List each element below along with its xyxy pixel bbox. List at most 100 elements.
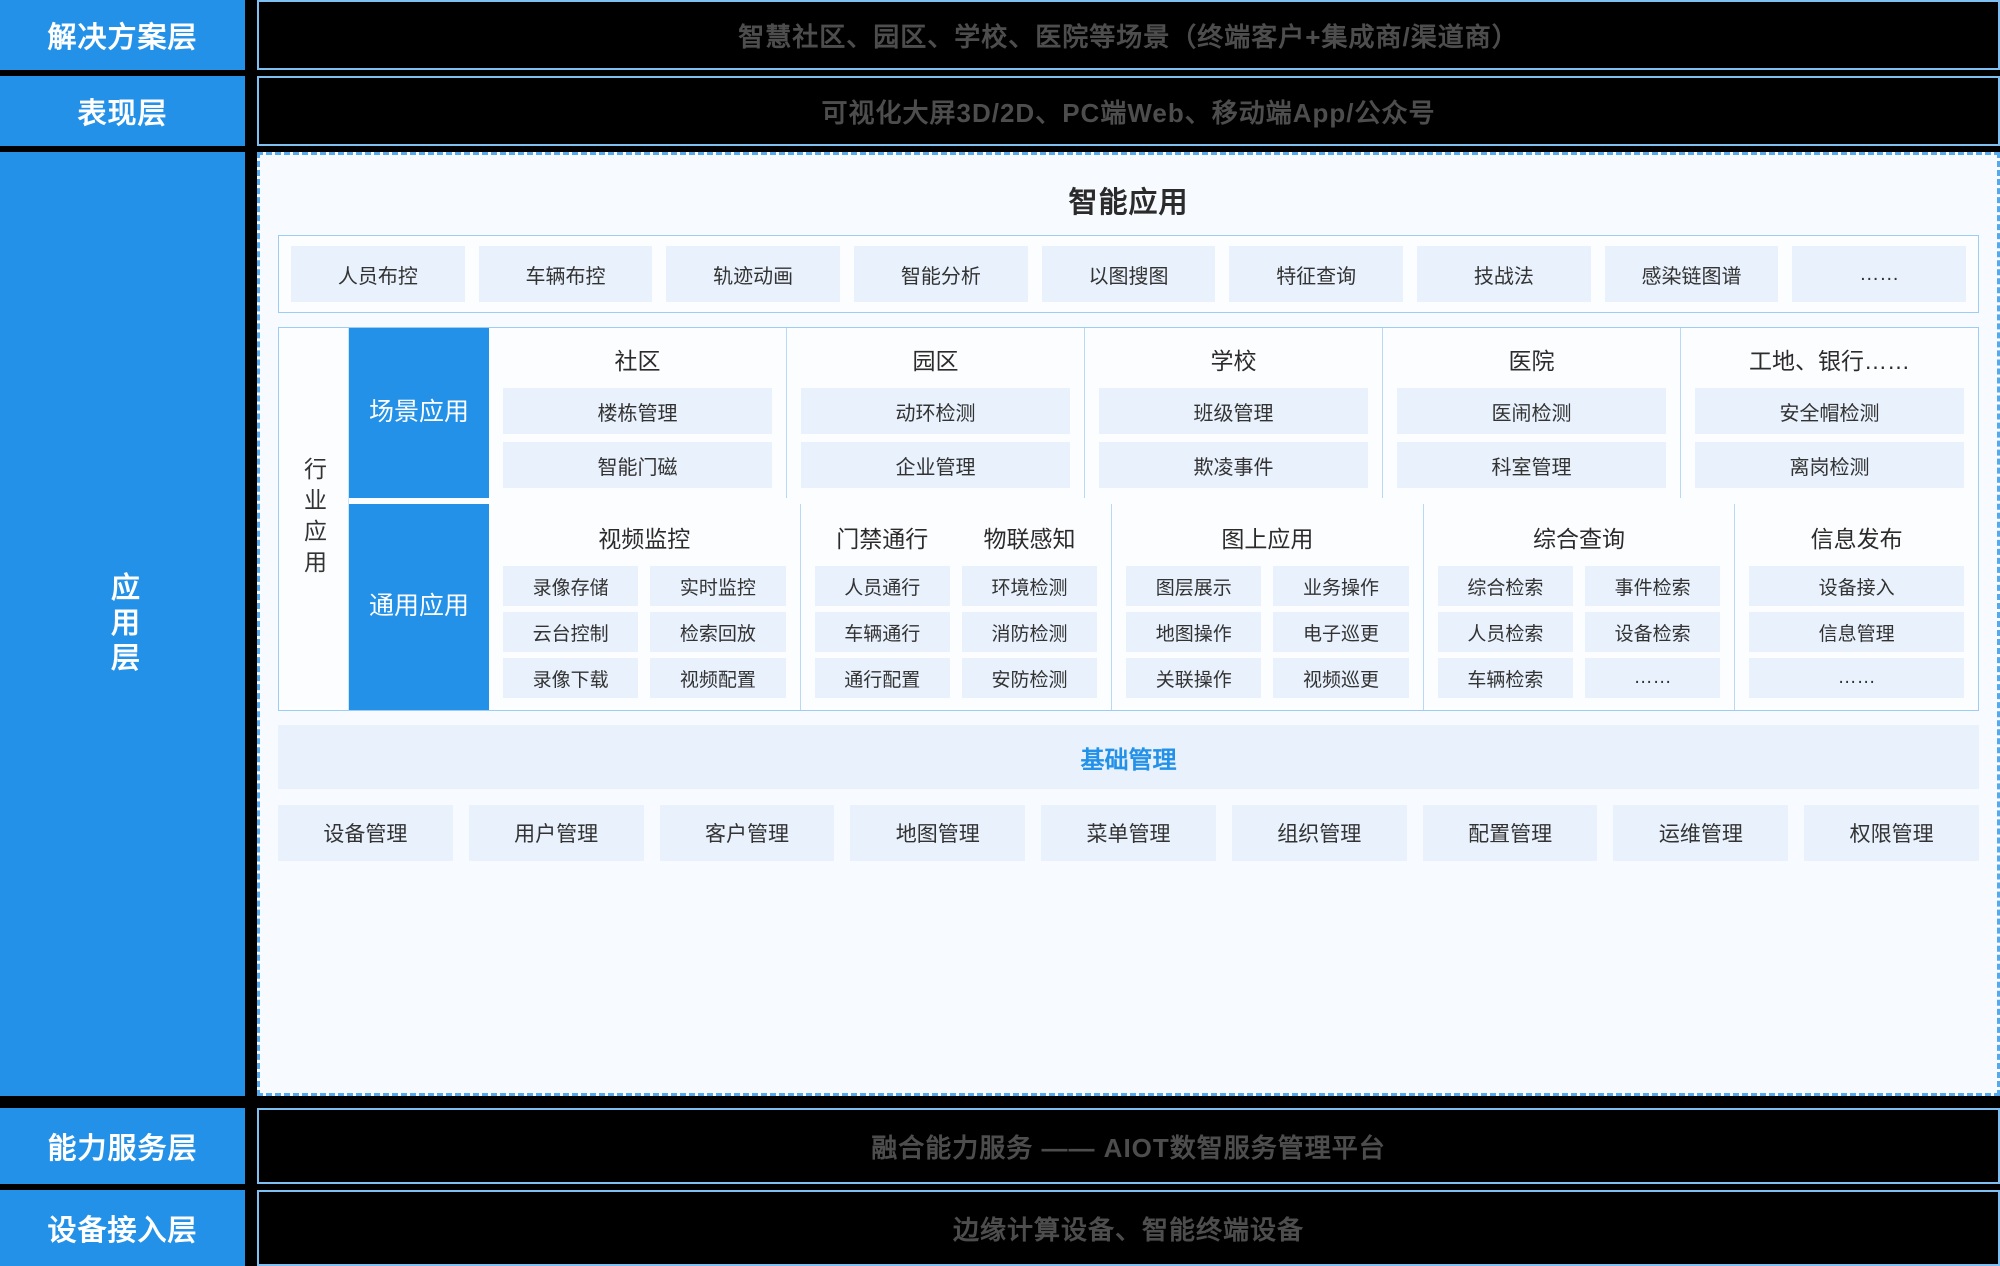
scene-cell[interactable]: 医闹检测	[1397, 388, 1666, 434]
general-cell[interactable]: 录像下载	[503, 658, 638, 698]
smart-application-chip[interactable]: 感染链图谱	[1605, 246, 1779, 302]
industry-rows: 场景应用 社区楼栋管理智能门磁园区动环检测企业管理学校班级管理欺凌事件医院医闹检…	[349, 328, 1978, 710]
general-cell-column: 实时监控检索回放视频配置	[650, 566, 785, 698]
general-cell-grid: 综合检索人员检索车辆检索事件检索设备检索……	[1438, 566, 1721, 698]
industry-application-block: 行业应用 场景应用 社区楼栋管理智能门磁园区动环检测企业管理学校班级管理欺凌事件…	[278, 327, 1979, 711]
scene-column: 学校班级管理欺凌事件	[1084, 328, 1382, 498]
general-column-head-row: 门禁通行物联感知	[815, 514, 1098, 566]
base-management-chip[interactable]: 运维管理	[1613, 805, 1788, 861]
layer-body-presentation: 可视化大屏3D/2D、PC端Web、移动端App/公众号	[257, 76, 2000, 146]
general-column: 视频监控录像存储云台控制录像下载实时监控检索回放视频配置	[489, 504, 800, 710]
general-cell[interactable]: 车辆检索	[1438, 658, 1573, 698]
base-management-chip[interactable]: 菜单管理	[1041, 805, 1216, 861]
general-cell[interactable]: ……	[1585, 658, 1720, 698]
general-cell[interactable]: 信息管理	[1749, 612, 1964, 652]
general-cell[interactable]: 图层展示	[1126, 566, 1261, 606]
general-cell-grid: 录像存储云台控制录像下载实时监控检索回放视频配置	[503, 566, 786, 698]
scene-cell[interactable]: 班级管理	[1099, 388, 1368, 434]
scene-cell-grid: 班级管理欺凌事件	[1099, 388, 1368, 488]
general-cell[interactable]: 视频配置	[650, 658, 785, 698]
general-cell[interactable]: 地图操作	[1126, 612, 1261, 652]
base-management-chip[interactable]: 权限管理	[1804, 805, 1979, 861]
scene-cell-grid: 动环检测企业管理	[801, 388, 1070, 488]
base-management-chip[interactable]: 配置管理	[1423, 805, 1598, 861]
smart-application-chip[interactable]: 以图搜图	[1042, 246, 1216, 302]
scene-cell[interactable]: 楼栋管理	[503, 388, 772, 434]
layer-body-device: 边缘计算设备、智能终端设备	[257, 1190, 2000, 1266]
scene-cell-column: 班级管理欺凌事件	[1099, 388, 1368, 488]
smart-application-chip[interactable]: 技战法	[1417, 246, 1591, 302]
general-cell[interactable]: 电子巡更	[1273, 612, 1408, 652]
general-cell[interactable]: 事件检索	[1585, 566, 1720, 606]
general-column-title: 综合查询	[1438, 514, 1721, 566]
scene-column: 工地、银行……安全帽检测离岗检测	[1680, 328, 1978, 498]
base-management-chip[interactable]: 地图管理	[850, 805, 1025, 861]
general-column-head-row: 综合查询	[1438, 514, 1721, 566]
scene-cell[interactable]: 企业管理	[801, 442, 1070, 488]
scene-column-head-row: 工地、银行……	[1695, 336, 1964, 388]
general-application-tag: 通用应用	[349, 504, 489, 710]
general-cell-column: 人员通行车辆通行通行配置	[815, 566, 950, 698]
base-management-chip[interactable]: 客户管理	[660, 805, 835, 861]
smart-application-chip[interactable]: ……	[1792, 246, 1966, 302]
general-cell-column: 综合检索人员检索车辆检索	[1438, 566, 1573, 698]
general-cell[interactable]: 综合检索	[1438, 566, 1573, 606]
general-cell[interactable]: 视频巡更	[1273, 658, 1408, 698]
base-management-chip[interactable]: 组织管理	[1232, 805, 1407, 861]
scene-application-columns: 社区楼栋管理智能门磁园区动环检测企业管理学校班级管理欺凌事件医院医闹检测科室管理…	[489, 328, 1978, 498]
general-cell[interactable]: 安防检测	[962, 658, 1097, 698]
scene-cell[interactable]: 欺凌事件	[1099, 442, 1368, 488]
base-management-chip[interactable]: 用户管理	[469, 805, 644, 861]
general-cell[interactable]: 通行配置	[815, 658, 950, 698]
scene-cell[interactable]: 动环检测	[801, 388, 1070, 434]
scene-application-row: 场景应用 社区楼栋管理智能门磁园区动环检测企业管理学校班级管理欺凌事件医院医闹检…	[349, 328, 1978, 498]
general-cell[interactable]: 录像存储	[503, 566, 638, 606]
general-cell[interactable]: 业务操作	[1273, 566, 1408, 606]
general-column-head-row: 图上应用	[1126, 514, 1409, 566]
layer-row-solution: 解决方案层 智慧社区、园区、学校、医院等场景（终端客户+集成商/渠道商）	[0, 0, 2000, 70]
general-cell-grid: 人员通行车辆通行通行配置环境检测消防检测安防检测	[815, 566, 1098, 698]
base-management-chip[interactable]: 设备管理	[278, 805, 453, 861]
general-cell[interactable]: 云台控制	[503, 612, 638, 652]
general-cell[interactable]: 人员检索	[1438, 612, 1573, 652]
smart-application-chip[interactable]: 轨迹动画	[666, 246, 840, 302]
general-cell[interactable]: 人员通行	[815, 566, 950, 606]
scene-cell[interactable]: 离岗检测	[1695, 442, 1964, 488]
scene-cell-column: 动环检测企业管理	[801, 388, 1070, 488]
general-cell[interactable]: 关联操作	[1126, 658, 1261, 698]
layer-body-capability: 融合能力服务 —— AIOT数智服务管理平台	[257, 1108, 2000, 1184]
application-title: 智能应用	[278, 167, 1979, 235]
general-cell[interactable]: 车辆通行	[815, 612, 950, 652]
general-column-title: 信息发布	[1749, 514, 1964, 566]
general-column: 门禁通行物联感知人员通行车辆通行通行配置环境检测消防检测安防检测	[800, 504, 1112, 710]
smart-application-chip[interactable]: 特征查询	[1229, 246, 1403, 302]
scene-column: 社区楼栋管理智能门磁	[489, 328, 786, 498]
scene-column: 园区动环检测企业管理	[786, 328, 1084, 498]
scene-column-title: 医院	[1397, 336, 1666, 388]
scene-cell[interactable]: 智能门磁	[503, 442, 772, 488]
scene-column-head-row: 园区	[801, 336, 1070, 388]
smart-application-chip[interactable]: 智能分析	[854, 246, 1028, 302]
general-cell-column: 业务操作电子巡更视频巡更	[1273, 566, 1408, 698]
general-application-columns: 视频监控录像存储云台控制录像下载实时监控检索回放视频配置门禁通行物联感知人员通行…	[489, 504, 1978, 710]
general-cell[interactable]: 设备接入	[1749, 566, 1964, 606]
general-column-title: 门禁通行	[815, 514, 950, 566]
general-cell[interactable]: ……	[1749, 658, 1964, 698]
general-cell-column: 录像存储云台控制录像下载	[503, 566, 638, 698]
scene-cell-column: 安全帽检测离岗检测	[1695, 388, 1964, 488]
general-cell[interactable]: 消防检测	[962, 612, 1097, 652]
general-cell[interactable]: 设备检索	[1585, 612, 1720, 652]
smart-application-chip[interactable]: 人员布控	[291, 246, 465, 302]
scene-cell[interactable]: 安全帽检测	[1695, 388, 1964, 434]
scene-column-title: 学校	[1099, 336, 1368, 388]
general-cell[interactable]: 环境检测	[962, 566, 1097, 606]
layer-row-device: 设备接入层 边缘计算设备、智能终端设备	[0, 1190, 2000, 1266]
scene-column: 医院医闹检测科室管理	[1382, 328, 1680, 498]
scene-column-title: 工地、银行……	[1695, 336, 1964, 388]
general-cell[interactable]: 实时监控	[650, 566, 785, 606]
scene-cell[interactable]: 科室管理	[1397, 442, 1666, 488]
base-management-chip-row: 设备管理用户管理客户管理地图管理菜单管理组织管理配置管理运维管理权限管理	[278, 805, 1979, 861]
general-column-title: 图上应用	[1126, 514, 1409, 566]
smart-application-chip[interactable]: 车辆布控	[479, 246, 653, 302]
general-cell[interactable]: 检索回放	[650, 612, 785, 652]
